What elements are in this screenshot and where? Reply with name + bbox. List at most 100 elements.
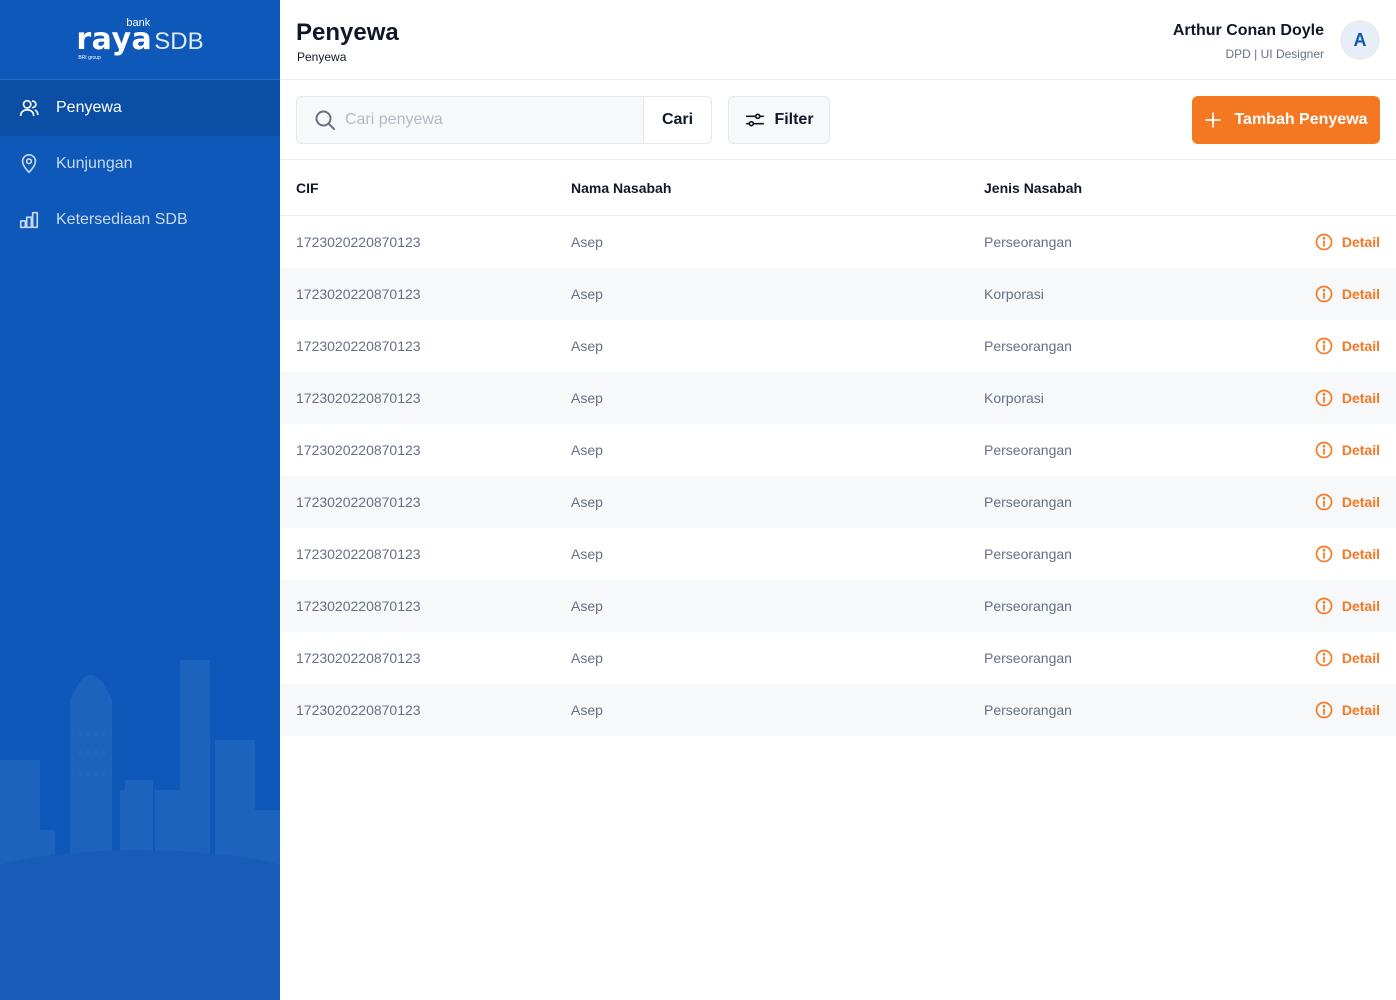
- detail-label: Detail: [1341, 338, 1380, 354]
- cell-jenis-nasabah: Korporasi: [984, 286, 1044, 302]
- search-input[interactable]: [345, 111, 625, 129]
- sidebar-item-label: Kunjungan: [56, 155, 133, 172]
- info-icon: [1315, 649, 1333, 667]
- cell-cif: 1723020220870123: [296, 650, 421, 666]
- table-row: 1723020220870123 Asep Korporasi Detail: [280, 372, 1396, 424]
- column-header-cif: CIF: [296, 179, 319, 196]
- detail-label: Detail: [1341, 702, 1380, 718]
- detail-link[interactable]: Detail: [1314, 596, 1380, 616]
- detail-label: Detail: [1341, 494, 1380, 510]
- sidebar-nav: Penyewa Kunjungan Ketersediaan SDB: [0, 80, 280, 248]
- search-box: Cari: [296, 96, 712, 144]
- bar-chart-icon: [18, 209, 40, 231]
- add-button-label: Tambah Penyewa: [1234, 111, 1368, 128]
- sidebar-item-kunjungan[interactable]: Kunjungan: [0, 136, 280, 192]
- detail-link[interactable]: Detail: [1314, 492, 1380, 512]
- table-header: CIF Nama Nasabah Jenis Nasabah: [280, 160, 1396, 216]
- breadcrumb[interactable]: Penyewa: [297, 50, 346, 64]
- cell-cif: 1723020220870123: [296, 390, 421, 406]
- sidebar-item-label: Ketersediaan SDB: [56, 211, 188, 228]
- logo-raya-text: raya: [76, 21, 153, 57]
- cell-nama-nasabah: Asep: [571, 702, 603, 718]
- detail-link[interactable]: Detail: [1314, 440, 1380, 460]
- cell-jenis-nasabah: Perseorangan: [984, 494, 1072, 510]
- detail-label: Detail: [1341, 234, 1380, 250]
- cell-cif: 1723020220870123: [296, 494, 421, 510]
- cell-jenis-nasabah: Perseorangan: [984, 338, 1072, 354]
- info-icon: [1315, 701, 1333, 719]
- detail-link[interactable]: Detail: [1314, 284, 1380, 304]
- logo-group-text: BRI group: [78, 54, 101, 61]
- cell-jenis-nasabah: Perseorangan: [984, 650, 1072, 666]
- detail-label: Detail: [1341, 286, 1380, 302]
- logo[interactable]: bank raya SDB BRI group: [0, 0, 280, 80]
- logo-bank-text: bank: [126, 16, 151, 29]
- plus-icon: [1205, 112, 1222, 128]
- search-field[interactable]: [297, 97, 643, 143]
- info-icon: [1315, 233, 1333, 251]
- user-role: DPD | UI Designer: [1225, 47, 1324, 61]
- info-icon: [1315, 441, 1333, 459]
- cell-cif: 1723020220870123: [296, 702, 421, 718]
- cell-jenis-nasabah: Perseorangan: [984, 442, 1072, 458]
- column-header-jenis-nasabah: Jenis Nasabah: [984, 179, 1083, 196]
- info-icon: [1315, 285, 1333, 303]
- sidebar-item-penyewa[interactable]: Penyewa: [0, 80, 280, 136]
- detail-label: Detail: [1341, 390, 1380, 406]
- filter-button-label: Filter: [774, 111, 814, 128]
- city-skyline-decoration: [0, 660, 280, 1000]
- search-button[interactable]: Cari: [643, 97, 711, 143]
- cell-nama-nasabah: Asep: [571, 390, 603, 406]
- table-row: 1723020220870123 Asep Perseorangan Detai…: [280, 476, 1396, 528]
- detail-link[interactable]: Detail: [1314, 232, 1380, 252]
- cell-nama-nasabah: Asep: [571, 442, 603, 458]
- cell-jenis-nasabah: Perseorangan: [984, 598, 1072, 614]
- table-row: 1723020220870123 Asep Perseorangan Detai…: [280, 424, 1396, 476]
- detail-link[interactable]: Detail: [1314, 336, 1380, 356]
- table-row: 1723020220870123 Asep Perseorangan Detai…: [280, 632, 1396, 684]
- cell-jenis-nasabah: Korporasi: [984, 390, 1044, 406]
- cell-nama-nasabah: Asep: [571, 598, 603, 614]
- toolbar: Cari Filter Tambah Penyewa: [280, 80, 1396, 160]
- user-name: Arthur Conan Doyle: [1172, 22, 1324, 39]
- cell-nama-nasabah: Asep: [571, 338, 603, 354]
- cell-nama-nasabah: Asep: [571, 546, 603, 562]
- cell-cif: 1723020220870123: [296, 598, 421, 614]
- sidebar-item-label: Penyewa: [56, 99, 122, 116]
- search-icon: [315, 110, 335, 130]
- column-header-nama-nasabah: Nama Nasabah: [571, 179, 672, 196]
- table-row: 1723020220870123 Asep Perseorangan Detai…: [280, 684, 1396, 736]
- cell-cif: 1723020220870123: [296, 286, 421, 302]
- cell-nama-nasabah: Asep: [571, 650, 603, 666]
- sidebar: bank raya SDB BRI group Penyewa Kunjunga…: [0, 0, 280, 1000]
- cell-jenis-nasabah: Perseorangan: [984, 234, 1072, 250]
- filter-sliders-icon: [746, 113, 765, 127]
- detail-link[interactable]: Detail: [1314, 700, 1380, 720]
- table-row: 1723020220870123 Asep Perseorangan Detai…: [280, 580, 1396, 632]
- table-row: 1723020220870123 Asep Perseorangan Detai…: [280, 216, 1396, 268]
- cell-cif: 1723020220870123: [296, 442, 421, 458]
- filter-button[interactable]: Filter: [728, 96, 830, 144]
- detail-link[interactable]: Detail: [1314, 388, 1380, 408]
- info-icon: [1315, 545, 1333, 563]
- add-penyewa-button[interactable]: Tambah Penyewa: [1192, 96, 1380, 144]
- detail-link[interactable]: Detail: [1314, 648, 1380, 668]
- detail-label: Detail: [1341, 442, 1380, 458]
- logo-sdb-text: SDB: [154, 27, 204, 55]
- detail-label: Detail: [1341, 546, 1380, 562]
- cell-nama-nasabah: Asep: [571, 286, 603, 302]
- detail-link[interactable]: Detail: [1314, 544, 1380, 564]
- cell-nama-nasabah: Asep: [571, 234, 603, 250]
- penyewa-table: CIF Nama Nasabah Jenis Nasabah 172302022…: [280, 160, 1396, 736]
- table-row: 1723020220870123 Asep Perseorangan Detai…: [280, 320, 1396, 372]
- detail-label: Detail: [1341, 598, 1380, 614]
- avatar[interactable]: A: [1340, 20, 1380, 60]
- table-body: 1723020220870123 Asep Perseorangan Detai…: [280, 216, 1396, 736]
- page-title: Penyewa: [296, 19, 399, 46]
- users-icon: [18, 97, 40, 119]
- sidebar-item-ketersediaan-sdb[interactable]: Ketersediaan SDB: [0, 192, 280, 248]
- detail-label: Detail: [1341, 650, 1380, 666]
- cell-cif: 1723020220870123: [296, 338, 421, 354]
- info-icon: [1315, 493, 1333, 511]
- page-header: Penyewa Penyewa Arthur Conan Doyle DPD |…: [280, 0, 1396, 80]
